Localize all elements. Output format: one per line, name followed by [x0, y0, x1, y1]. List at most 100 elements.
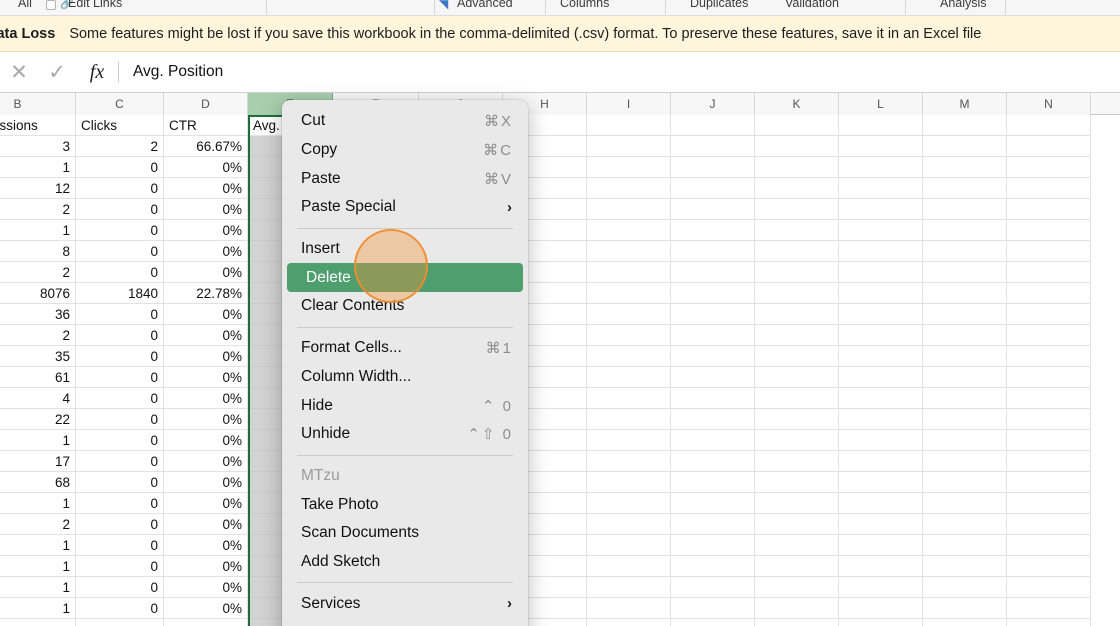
cell-J[interactable]: [671, 514, 755, 535]
cell-C[interactable]: 0: [76, 325, 164, 346]
cell-C[interactable]: 0: [76, 367, 164, 388]
cell-M[interactable]: [923, 157, 1007, 178]
cell-B[interactable]: 1: [0, 493, 76, 514]
cell-C[interactable]: [76, 619, 164, 626]
cell-C[interactable]: 0: [76, 262, 164, 283]
cell-B[interactable]: 68: [0, 472, 76, 493]
cell-N[interactable]: [1007, 283, 1091, 304]
cell-I[interactable]: [587, 556, 671, 577]
cell-J[interactable]: [671, 241, 755, 262]
menu-item-delete[interactable]: Delete: [287, 263, 523, 293]
column-header-L[interactable]: L: [839, 93, 923, 115]
cell-D[interactable]: [164, 619, 248, 626]
edit-links-checkbox[interactable]: [46, 0, 56, 10]
cell-B[interactable]: 17: [0, 451, 76, 472]
cell-L[interactable]: [839, 598, 923, 619]
cell-D[interactable]: 0%: [164, 472, 248, 493]
cell-N[interactable]: [1007, 493, 1091, 514]
cell-B[interactable]: 22: [0, 409, 76, 430]
cell-B[interactable]: 1: [0, 556, 76, 577]
cell-D[interactable]: 0%: [164, 346, 248, 367]
cell-D[interactable]: 0%: [164, 262, 248, 283]
cell-K[interactable]: [755, 304, 839, 325]
menu-item-column-width[interactable]: Column Width...: [282, 363, 528, 392]
cell-I[interactable]: [587, 451, 671, 472]
cell-L[interactable]: [839, 409, 923, 430]
cell-D[interactable]: 0%: [164, 388, 248, 409]
cell-D[interactable]: 0%: [164, 577, 248, 598]
cell-N[interactable]: [1007, 199, 1091, 220]
cell-N[interactable]: [1007, 430, 1091, 451]
cell-N[interactable]: [1007, 325, 1091, 346]
cell-I[interactable]: [587, 325, 671, 346]
cell-C[interactable]: 0: [76, 556, 164, 577]
cell-K[interactable]: [755, 346, 839, 367]
menu-item-take-photo[interactable]: Take Photo: [282, 490, 528, 519]
cell-J[interactable]: [671, 556, 755, 577]
ribbon-item-all[interactable]: All: [18, 0, 32, 10]
cell-I[interactable]: [587, 577, 671, 598]
cell-J[interactable]: [671, 451, 755, 472]
ribbon-item-edit-links[interactable]: Edit Links: [68, 0, 122, 10]
cell-C[interactable]: 2: [76, 136, 164, 157]
cell-N[interactable]: [1007, 157, 1091, 178]
cell-N[interactable]: [1007, 388, 1091, 409]
cell-B[interactable]: 2: [0, 199, 76, 220]
cell-K[interactable]: [755, 451, 839, 472]
cell-N[interactable]: [1007, 367, 1091, 388]
cell-M[interactable]: [923, 493, 1007, 514]
ribbon-item-validation[interactable]: Validation: [785, 0, 839, 10]
ribbon-item-advanced[interactable]: Advanced: [457, 0, 513, 10]
cell-B[interactable]: 3: [0, 136, 76, 157]
menu-item-insert[interactable]: Insert: [282, 235, 528, 264]
cell-D[interactable]: 0%: [164, 241, 248, 262]
cell-K[interactable]: [755, 325, 839, 346]
cell-M[interactable]: [923, 241, 1007, 262]
cell-I[interactable]: [587, 178, 671, 199]
cell-D[interactable]: 0%: [164, 304, 248, 325]
cell-B[interactable]: 4: [0, 388, 76, 409]
cell-N[interactable]: [1007, 136, 1091, 157]
cell-J[interactable]: [671, 346, 755, 367]
cell-D[interactable]: 66.67%: [164, 136, 248, 157]
cell-J[interactable]: [671, 367, 755, 388]
cell-J[interactable]: [671, 283, 755, 304]
cell-J[interactable]: [671, 388, 755, 409]
cell-M[interactable]: [923, 199, 1007, 220]
cell-K[interactable]: [755, 556, 839, 577]
cell-K[interactable]: [755, 598, 839, 619]
cell-L[interactable]: [839, 304, 923, 325]
cell-I[interactable]: [587, 199, 671, 220]
cell-B[interactable]: 2: [0, 325, 76, 346]
cell-I[interactable]: [587, 136, 671, 157]
cell-C[interactable]: 0: [76, 220, 164, 241]
cell-B[interactable]: 2: [0, 262, 76, 283]
cell-I[interactable]: [587, 472, 671, 493]
cell-I[interactable]: [587, 283, 671, 304]
cell-M[interactable]: [923, 178, 1007, 199]
cell-I[interactable]: [587, 619, 671, 626]
cell-C[interactable]: 0: [76, 598, 164, 619]
cell-K[interactable]: [755, 409, 839, 430]
cell-K[interactable]: [755, 283, 839, 304]
cell-D[interactable]: 0%: [164, 367, 248, 388]
cell-K[interactable]: [755, 493, 839, 514]
cell-K[interactable]: [755, 241, 839, 262]
cell-K[interactable]: [755, 136, 839, 157]
cell-K[interactable]: [755, 199, 839, 220]
cell-K[interactable]: [755, 220, 839, 241]
cell-B[interactable]: 61: [0, 367, 76, 388]
cell-L[interactable]: [839, 388, 923, 409]
cell-C[interactable]: 0: [76, 577, 164, 598]
cell-K[interactable]: [755, 262, 839, 283]
cell-J[interactable]: [671, 136, 755, 157]
cell-D[interactable]: 0%: [164, 325, 248, 346]
cell-N[interactable]: [1007, 346, 1091, 367]
cell-J[interactable]: [671, 598, 755, 619]
cell-J[interactable]: [671, 493, 755, 514]
cell-I[interactable]: [587, 115, 671, 136]
cell-D[interactable]: 0%: [164, 409, 248, 430]
cell-B[interactable]: 1: [0, 430, 76, 451]
cell-M[interactable]: [923, 115, 1007, 136]
cell-C[interactable]: 0: [76, 199, 164, 220]
